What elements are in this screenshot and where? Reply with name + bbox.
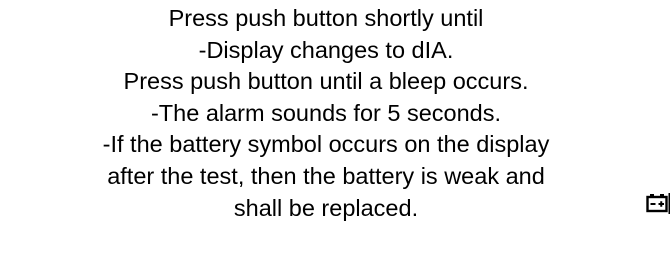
instruction-line-1: Press push button shortly until [168, 5, 484, 31]
instruction-line-6: after the test, then the battery is weak… [107, 162, 545, 189]
instruction-line-7: shall be replaced. [233, 194, 419, 221]
instruction-line-4: -The alarm sounds for 5 seconds. [150, 99, 502, 126]
battery-icon [646, 193, 670, 214]
instruction-line-5: -If the battery symbol occurs on the dis… [102, 131, 550, 158]
instruction-text: Press push button shortly until -Display… [0, 0, 652, 224]
instruction-line-2: -Display changes to dIA. [198, 36, 454, 63]
instruction-line-3: Press push button until a bleep occurs. [123, 68, 529, 95]
